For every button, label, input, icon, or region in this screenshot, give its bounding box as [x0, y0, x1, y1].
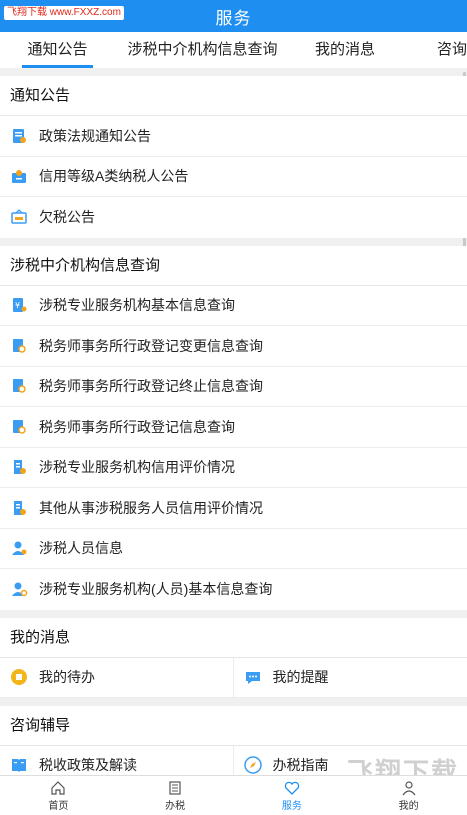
list-item[interactable]: 涉税专业服务机构信用评价情况	[0, 448, 467, 488]
nav-label: 首页	[48, 800, 69, 812]
list-item-label: 其他从事涉税服务人员信用评价情况	[39, 499, 263, 516]
tax-document-icon: ¥	[10, 296, 28, 314]
tab-notices[interactable]: 通知公告	[0, 32, 115, 68]
list-item-label: 税务师事务所行政登记信息查询	[39, 418, 235, 435]
notices-section: 通知公告 政策法规通知公告 信用等级A类纳税人公告 欠税公告	[0, 76, 467, 238]
nav-label: 办税	[165, 800, 186, 812]
heart-icon	[284, 781, 300, 795]
app-header: 飞翔下载 www.FXXZ.com 服务	[0, 0, 467, 32]
nav-label: 服务	[281, 800, 302, 812]
sign-board-icon	[10, 208, 28, 226]
building-rating-icon	[10, 499, 28, 517]
tab-agency-query[interactable]: 涉税中介机构信息查询	[115, 32, 290, 68]
tax-policy-label: 税收政策及解读	[39, 757, 137, 773]
list-item-label: 涉税专业服务机构信用评价情况	[39, 459, 235, 476]
book-icon	[10, 756, 28, 774]
list-item[interactable]: 涉税专业服务机构(人员)基本信息查询	[0, 569, 467, 610]
nav-mine[interactable]: 我的	[350, 776, 467, 815]
nav-home[interactable]: 首页	[0, 776, 117, 815]
my-reminder-label: 我的提醒	[272, 669, 329, 685]
my-todo-label: 我的待办	[39, 669, 95, 685]
list-item[interactable]: 政策法规通知公告	[0, 116, 467, 157]
list-item[interactable]: 其他从事涉税服务人员信用评价情况	[0, 488, 467, 529]
file-search-icon	[10, 337, 28, 355]
section-title: 咨询辅导	[0, 706, 467, 746]
bottom-nav: 首页 办税 服务 我的	[0, 775, 467, 815]
file-search-icon	[10, 377, 28, 395]
tab-bar: 通知公告 涉税中介机构信息查询 我的消息 咨询	[0, 32, 467, 68]
document-icon	[10, 127, 28, 145]
tab-my-messages[interactable]: 我的消息	[290, 32, 400, 68]
list-icon	[169, 780, 181, 795]
tax-policy-button[interactable]: 税收政策及解读	[0, 745, 234, 775]
list-item[interactable]: 税务师事务所行政登记终止信息查询	[0, 367, 467, 407]
list-item[interactable]: 欠税公告	[0, 197, 467, 238]
messages-section: 我的消息 我的待办 我的提醒	[0, 617, 467, 698]
agency-section: 涉税中介机构信息查询 ¥ 涉税专业服务机构基本信息查询 税务师事务所行政登记变更…	[0, 245, 467, 610]
list-item[interactable]: ¥ 涉税专业服务机构基本信息查询	[0, 286, 467, 326]
list-item[interactable]: 税务师事务所行政登记变更信息查询	[0, 326, 467, 367]
list-item-label: 涉税专业服务机构基本信息查询	[39, 297, 235, 314]
person-badge-icon	[10, 167, 28, 185]
my-reminder-button[interactable]: 我的提醒	[233, 658, 467, 698]
tax-guide-label: 办税指南	[272, 757, 329, 773]
svg-text:¥: ¥	[15, 301, 20, 310]
list-item-label: 税务师事务所行政登记变更信息查询	[39, 337, 263, 354]
my-todo-button[interactable]: 我的待办	[0, 657, 234, 698]
list-item-label: 税务师事务所行政登记终止信息查询	[39, 378, 263, 395]
list-item[interactable]: 信用等级A类纳税人公告	[0, 157, 467, 197]
list-item[interactable]: 涉税人员信息	[0, 529, 467, 569]
person-icon	[10, 539, 28, 557]
watermark-label: 飞翔下载 www.FXXZ.com	[4, 6, 124, 20]
list-item-label: 欠税公告	[39, 209, 95, 226]
section-title: 涉税中介机构信息查询	[0, 246, 467, 286]
tab-consult[interactable]: 咨询	[400, 32, 467, 68]
section-title: 通知公告	[0, 76, 467, 116]
nav-tax[interactable]: 办税	[117, 776, 234, 815]
main-content: 通知公告 政策法规通知公告 信用等级A类纳税人公告 欠税公告 涉税中介机构信息查…	[0, 68, 467, 775]
page-title: 服务	[215, 8, 252, 28]
list-item-label: 涉税人员信息	[39, 540, 123, 557]
chat-bubble-icon	[244, 668, 262, 686]
section-title: 我的消息	[0, 618, 467, 658]
compass-icon	[243, 756, 262, 774]
list-item-label: 信用等级A类纳税人公告	[39, 168, 189, 185]
person-search-icon	[10, 580, 28, 598]
list-item-label: 涉税专业服务机构(人员)基本信息查询	[39, 581, 273, 598]
nav-service[interactable]: 服务	[234, 776, 351, 815]
nav-label: 我的	[398, 800, 419, 812]
home-icon	[51, 780, 65, 795]
todo-icon	[10, 668, 28, 686]
list-item-label: 政策法规通知公告	[39, 127, 151, 144]
file-search-icon	[10, 418, 28, 436]
user-icon	[402, 780, 416, 795]
list-item[interactable]: 税务师事务所行政登记信息查询	[0, 407, 467, 448]
building-rating-icon	[10, 458, 28, 476]
